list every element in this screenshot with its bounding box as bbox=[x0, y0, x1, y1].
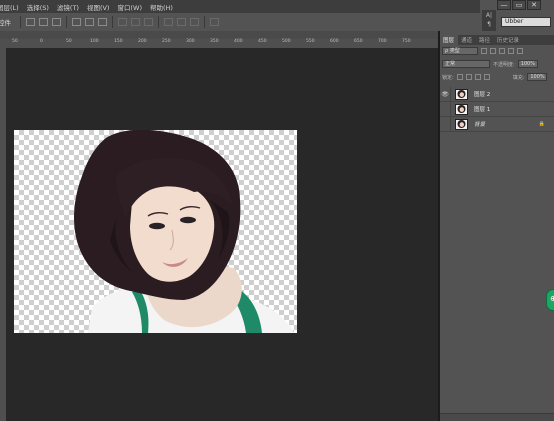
lock-all-icon[interactable] bbox=[483, 74, 490, 80]
layer-row[interactable]: 图层 1 bbox=[440, 101, 554, 117]
lock-position-icon[interactable] bbox=[474, 74, 481, 80]
smart-object-filter-icon[interactable] bbox=[517, 48, 523, 54]
fill-input[interactable]: 100% bbox=[527, 73, 548, 81]
ruler-tick-label: 600 bbox=[330, 39, 339, 44]
ruler-tick-label: 50 bbox=[66, 39, 72, 44]
ruler-tick-label: 200 bbox=[138, 39, 147, 44]
layer-row[interactable]: 👁 图层 2 bbox=[440, 86, 554, 102]
adjustment-filter-icon[interactable] bbox=[490, 48, 496, 54]
layers-panel-footer bbox=[440, 413, 554, 421]
minimize-button[interactable]: — bbox=[497, 0, 511, 10]
panel-tab-bar: 图层 通道 路径 历史记录 bbox=[440, 35, 554, 45]
options-divider bbox=[204, 16, 205, 28]
ruler-tick-label: 750 bbox=[402, 39, 411, 44]
layer-thumbnail bbox=[455, 118, 468, 130]
layer-row[interactable]: 背景 🔒 bbox=[440, 116, 554, 132]
ruler-tick-label: 250 bbox=[162, 39, 171, 44]
align-horizontal-centers-icon[interactable] bbox=[85, 18, 94, 26]
tab-channels[interactable]: 通道 bbox=[458, 35, 476, 45]
portrait-image bbox=[74, 130, 294, 333]
align-vertical-centers-icon[interactable] bbox=[39, 18, 48, 26]
ruler-tick-label: 50 bbox=[12, 39, 18, 44]
align-right-edges-icon[interactable] bbox=[98, 18, 107, 26]
blend-row: 正常 不透明度: 100% bbox=[442, 59, 538, 69]
ruler-tick-label: 150 bbox=[114, 39, 123, 44]
align-bottom-edges-icon[interactable] bbox=[52, 18, 61, 26]
menu-help[interactable]: 帮助(H) bbox=[146, 2, 177, 12]
menu-bar: 图层(L) 选择(S) 滤镜(T) 视图(V) 窗口(W) 帮助(H) bbox=[0, 0, 480, 13]
ruler-tick-label: 450 bbox=[258, 39, 267, 44]
layer-filter-row: ρ 类型 bbox=[442, 46, 523, 56]
paragraph-icon[interactable]: ¶ bbox=[482, 21, 496, 28]
ruler-tick-label: 400 bbox=[234, 39, 243, 44]
distribute-left-icon[interactable] bbox=[164, 18, 173, 26]
menu-window[interactable]: 窗口(W) bbox=[113, 2, 146, 12]
close-button[interactable]: ✕ bbox=[527, 0, 541, 10]
eye-icon[interactable]: 👁 bbox=[440, 91, 450, 98]
character-icon[interactable]: A| bbox=[482, 12, 496, 19]
layer-row-divider bbox=[450, 116, 451, 132]
ruler-tick-label: 700 bbox=[378, 39, 387, 44]
lock-image-icon[interactable] bbox=[465, 74, 472, 80]
type-filter-icon[interactable] bbox=[499, 48, 505, 54]
tab-layers[interactable]: 图层 bbox=[440, 35, 459, 45]
auto-align-icon[interactable] bbox=[210, 18, 219, 26]
distribute-right-icon[interactable] bbox=[190, 18, 199, 26]
ruler-tick-label: 500 bbox=[282, 39, 291, 44]
layer-name[interactable]: 图层 2 bbox=[474, 90, 490, 98]
document-tab-bar bbox=[0, 31, 438, 39]
layer-name[interactable]: 图层 1 bbox=[474, 105, 490, 113]
options-divider bbox=[66, 16, 67, 28]
lock-transparent-icon[interactable] bbox=[456, 74, 463, 80]
distribute-top-icon[interactable] bbox=[118, 18, 127, 26]
layer-thumbnail bbox=[455, 103, 468, 115]
ruler-tick-label: 650 bbox=[354, 39, 363, 44]
font-family-select[interactable]: Ubber bbox=[501, 17, 551, 27]
options-divider bbox=[158, 16, 159, 28]
floating-helper-button[interactable]: ⊕ bbox=[546, 289, 554, 311]
lock-row: 锁定: 填充: 100% bbox=[442, 72, 548, 82]
document-canvas[interactable] bbox=[14, 130, 297, 333]
layer-filter-select[interactable]: ρ 类型 bbox=[442, 47, 478, 55]
ruler-tick-label: 550 bbox=[306, 39, 315, 44]
ruler-tick-label: 0 bbox=[40, 39, 43, 44]
distribute-center-icon[interactable] bbox=[131, 18, 140, 26]
layer-row-divider bbox=[450, 101, 451, 117]
layer-thumbnail bbox=[455, 88, 468, 100]
opacity-input[interactable]: 100% bbox=[517, 60, 538, 68]
align-left-edges-icon[interactable] bbox=[72, 18, 81, 26]
distribute-bottom-icon[interactable] bbox=[144, 18, 153, 26]
pixel-filter-icon[interactable] bbox=[481, 48, 487, 54]
layer-list: 👁 图层 2 图层 1 背景 🔒 bbox=[440, 86, 554, 132]
fill-label: 填充: bbox=[512, 74, 525, 81]
menu-filter[interactable]: 滤镜(T) bbox=[53, 2, 83, 12]
layers-panel: 图层 通道 路径 历史记录 ρ 类型 正常 不透明度: 100% 锁定: 填充:… bbox=[440, 31, 554, 421]
tab-history[interactable]: 历史记录 bbox=[494, 35, 523, 45]
align-top-edges-icon[interactable] bbox=[26, 18, 35, 26]
show-transform-controls-label[interactable]: 控件 bbox=[0, 17, 11, 27]
shape-filter-icon[interactable] bbox=[508, 48, 514, 54]
ruler-tick-label: 100 bbox=[90, 39, 99, 44]
blend-mode-select[interactable]: 正常 bbox=[442, 60, 490, 68]
layer-row-divider bbox=[450, 86, 451, 102]
maximize-button[interactable]: ▭ bbox=[512, 0, 526, 10]
menu-layer[interactable]: 图层(L) bbox=[0, 2, 23, 12]
layer-name[interactable]: 背景 bbox=[474, 120, 485, 128]
options-bar: 控件 bbox=[0, 13, 480, 32]
options-divider bbox=[112, 16, 113, 28]
options-divider bbox=[20, 16, 21, 28]
menu-select[interactable]: 选择(S) bbox=[23, 2, 53, 12]
lock-icon: 🔒 bbox=[538, 121, 545, 127]
distribute-hcenter-icon[interactable] bbox=[177, 18, 186, 26]
menu-view[interactable]: 视图(V) bbox=[83, 2, 114, 12]
lock-label: 锁定: bbox=[442, 74, 454, 81]
opacity-label: 不透明度: bbox=[493, 61, 515, 68]
tab-paths[interactable]: 路径 bbox=[476, 35, 494, 45]
ruler-tick-label: 350 bbox=[210, 39, 219, 44]
ruler-tick-label: 300 bbox=[186, 39, 195, 44]
